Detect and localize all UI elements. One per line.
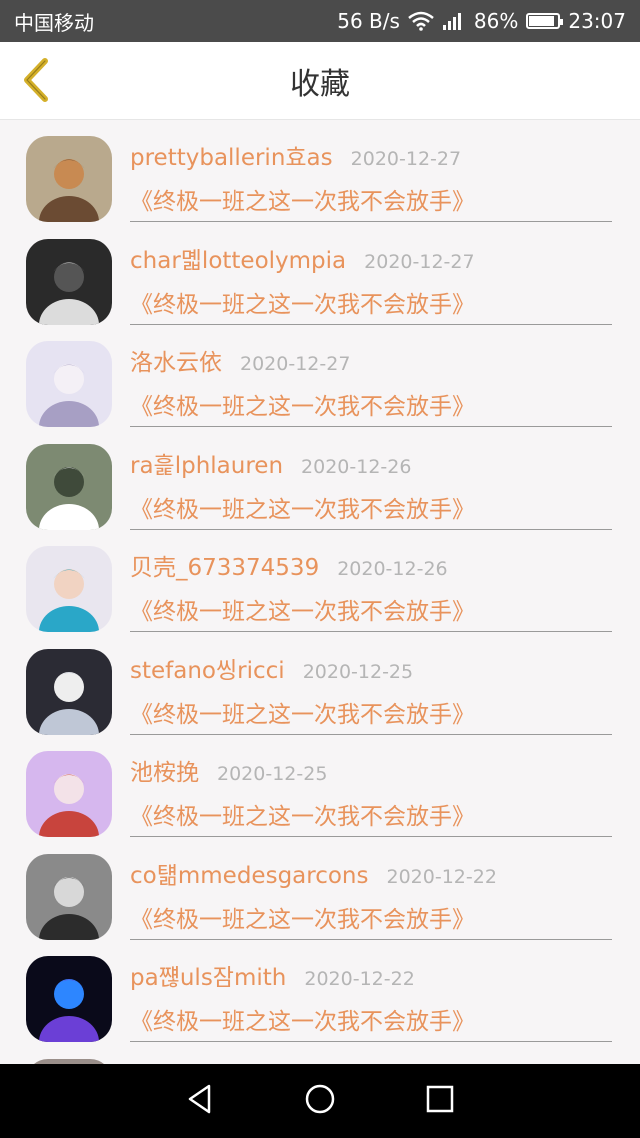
- item-info: pa쨶uls잠mith 2020-12-22 《终极一班之这一次我不会放手》: [130, 958, 612, 1042]
- item-info: 洛水云依 2020-12-27 《终极一班之这一次我不会放手》: [130, 343, 612, 427]
- avatar[interactable]: [26, 546, 112, 632]
- battery-icon: [526, 13, 564, 29]
- avatar[interactable]: [26, 443, 112, 530]
- list-item[interactable]: 池桉挽 2020-12-25 《终极一班之这一次我不会放手》: [0, 735, 640, 837]
- item-header: 池桉挽 2020-12-25: [130, 753, 612, 787]
- list-item[interactable]: 贝壳_673374539 2020-12-26 《终极一班之这一次我不会放手》: [0, 530, 640, 632]
- user-name[interactable]: pa쨶uls잠mith: [130, 958, 286, 992]
- list-item[interactable]: prettyballerin효as 2020-12-27 《终极一班之这一次我不会放…: [0, 120, 640, 222]
- book-title[interactable]: 《终极一班之这一次我不会放手》: [130, 387, 612, 421]
- item-header: char몗lotteolympia 2020-12-27: [130, 241, 612, 275]
- avatar[interactable]: [26, 751, 112, 837]
- page-title: 收藏: [290, 66, 350, 102]
- book-title[interactable]: 《终极一班之这一次我不会放手》: [130, 285, 612, 319]
- item-info: 池桉挽 2020-12-25 《终极一班之这一次我不会放手》: [130, 753, 612, 837]
- item-info: 贝壳_673374539 2020-12-26 《终极一班之这一次我不会放手》: [130, 548, 612, 632]
- nav-back-button[interactable]: [170, 1071, 230, 1131]
- item-info: ra흝lphlauren 2020-12-26 《终极一班之这一次我不会放手》: [130, 446, 612, 530]
- favorite-date: 2020-12-26: [301, 455, 412, 478]
- item-info: char몗lotteolympia 2020-12-27 《终极一班之这一次我不会放…: [130, 241, 612, 325]
- wifi-icon: [408, 11, 434, 31]
- item-header: co턞mmedesgarcons 2020-12-22: [130, 856, 612, 890]
- list-item[interactable]: ra흝lphlauren 2020-12-26 《终极一班之这一次我不会放手》: [0, 428, 640, 530]
- book-title[interactable]: 《终极一班之这一次我不会放手》: [130, 592, 612, 626]
- item-header: ra흝lphlauren 2020-12-26: [130, 446, 612, 480]
- signal-icon: [442, 11, 466, 31]
- user-name[interactable]: 贝壳_673374539: [130, 548, 319, 582]
- recents-square-icon: [425, 1084, 455, 1118]
- status-right: 56 B/s 86% 23:07: [337, 9, 626, 33]
- book-title[interactable]: 《终极一班之这一次我不会放手》: [130, 695, 612, 729]
- back-triangle-icon: [185, 1083, 215, 1119]
- home-circle-icon: [304, 1083, 336, 1119]
- book-title[interactable]: 《终极一班之这一次我不会放手》: [130, 797, 612, 831]
- book-title[interactable]: 《终极一班之这一次我不会放手》: [130, 490, 612, 524]
- item-info: co턞mmedesgarcons 2020-12-22 《终极一班之这一次我不会放手…: [130, 856, 612, 940]
- list-item[interactable]: pa쨶uls잠mith 2020-12-22 《终极一班之这一次我不会放手》: [0, 940, 640, 1042]
- nav-recents-button[interactable]: [410, 1071, 470, 1131]
- back-button[interactable]: [12, 56, 60, 108]
- battery-percent: 86%: [473, 9, 519, 33]
- book-title[interactable]: 《终极一班之这一次我不会放手》: [130, 900, 612, 934]
- avatar[interactable]: [26, 238, 112, 325]
- user-name[interactable]: 池桉挽: [130, 753, 199, 787]
- chevron-left-icon: [19, 57, 53, 107]
- status-bar: 中国移动 56 B/s 86% 23:07: [0, 0, 640, 42]
- user-name[interactable]: co턞mmedesgarcons: [130, 856, 369, 890]
- app-header: 收藏: [0, 42, 640, 120]
- list-item[interactable]: co턞mmedesgarcons 2020-12-22 《终极一班之这一次我不会放手…: [0, 838, 640, 940]
- clock: 23:07: [568, 9, 626, 33]
- user-name[interactable]: char몗lotteolympia: [130, 241, 346, 275]
- favorite-date: 2020-12-27: [240, 353, 351, 375]
- user-name[interactable]: ra흝lphlauren: [130, 446, 283, 480]
- item-info: prettyballerin효as 2020-12-27 《终极一班之这一次我不会放…: [130, 138, 612, 222]
- user-name[interactable]: 洛水云依: [130, 343, 222, 377]
- favorite-date: 2020-12-25: [217, 763, 328, 785]
- favorite-date: 2020-12-25: [302, 660, 414, 683]
- list-item[interactable]: stefano씽ricci 2020-12-25 《终极一班之这一次我不会放手》: [0, 633, 640, 735]
- system-nav-bar: [0, 1064, 640, 1138]
- favorite-date: 2020-12-26: [337, 558, 448, 580]
- list-item[interactable]: 洛水云依 2020-12-27 《终极一班之这一次我不会放手》: [0, 325, 640, 427]
- item-header: stefano씽ricci 2020-12-25: [130, 651, 612, 685]
- book-title[interactable]: 《终极一班之这一次我不会放手》: [130, 1002, 612, 1036]
- avatar[interactable]: [26, 956, 112, 1042]
- favorite-date: 2020-12-22: [386, 865, 497, 888]
- favorite-date: 2020-12-27: [350, 148, 462, 170]
- favorite-date: 2020-12-22: [304, 968, 415, 990]
- item-header: 贝壳_673374539 2020-12-26: [130, 548, 612, 582]
- item-header: pa쨶uls잠mith 2020-12-22: [130, 958, 612, 992]
- avatar[interactable]: [26, 341, 112, 427]
- nav-home-button[interactable]: [290, 1071, 350, 1131]
- book-title[interactable]: 《终极一班之这一次我不会放手》: [130, 182, 612, 216]
- user-name[interactable]: prettyballerin효as: [130, 138, 333, 172]
- list-item[interactable]: char몗lotteolympia 2020-12-27 《终极一班之这一次我不会放…: [0, 223, 640, 325]
- favorite-date: 2020-12-27: [364, 250, 475, 273]
- avatar[interactable]: [26, 853, 112, 940]
- item-header: 洛水云依 2020-12-27: [130, 343, 612, 377]
- carrier-label: 中国移动: [14, 10, 94, 35]
- user-name[interactable]: stefano씽ricci: [130, 651, 285, 685]
- item-info: stefano씽ricci 2020-12-25 《终极一班之这一次我不会放手》: [130, 651, 612, 735]
- favorites-list: prettyballerin효as 2020-12-27 《终极一班之这一次我不会放…: [0, 120, 640, 1064]
- network-speed: 56 B/s: [337, 9, 400, 33]
- item-header: prettyballerin효as 2020-12-27: [130, 138, 612, 172]
- avatar[interactable]: [26, 648, 112, 735]
- avatar[interactable]: [26, 136, 112, 222]
